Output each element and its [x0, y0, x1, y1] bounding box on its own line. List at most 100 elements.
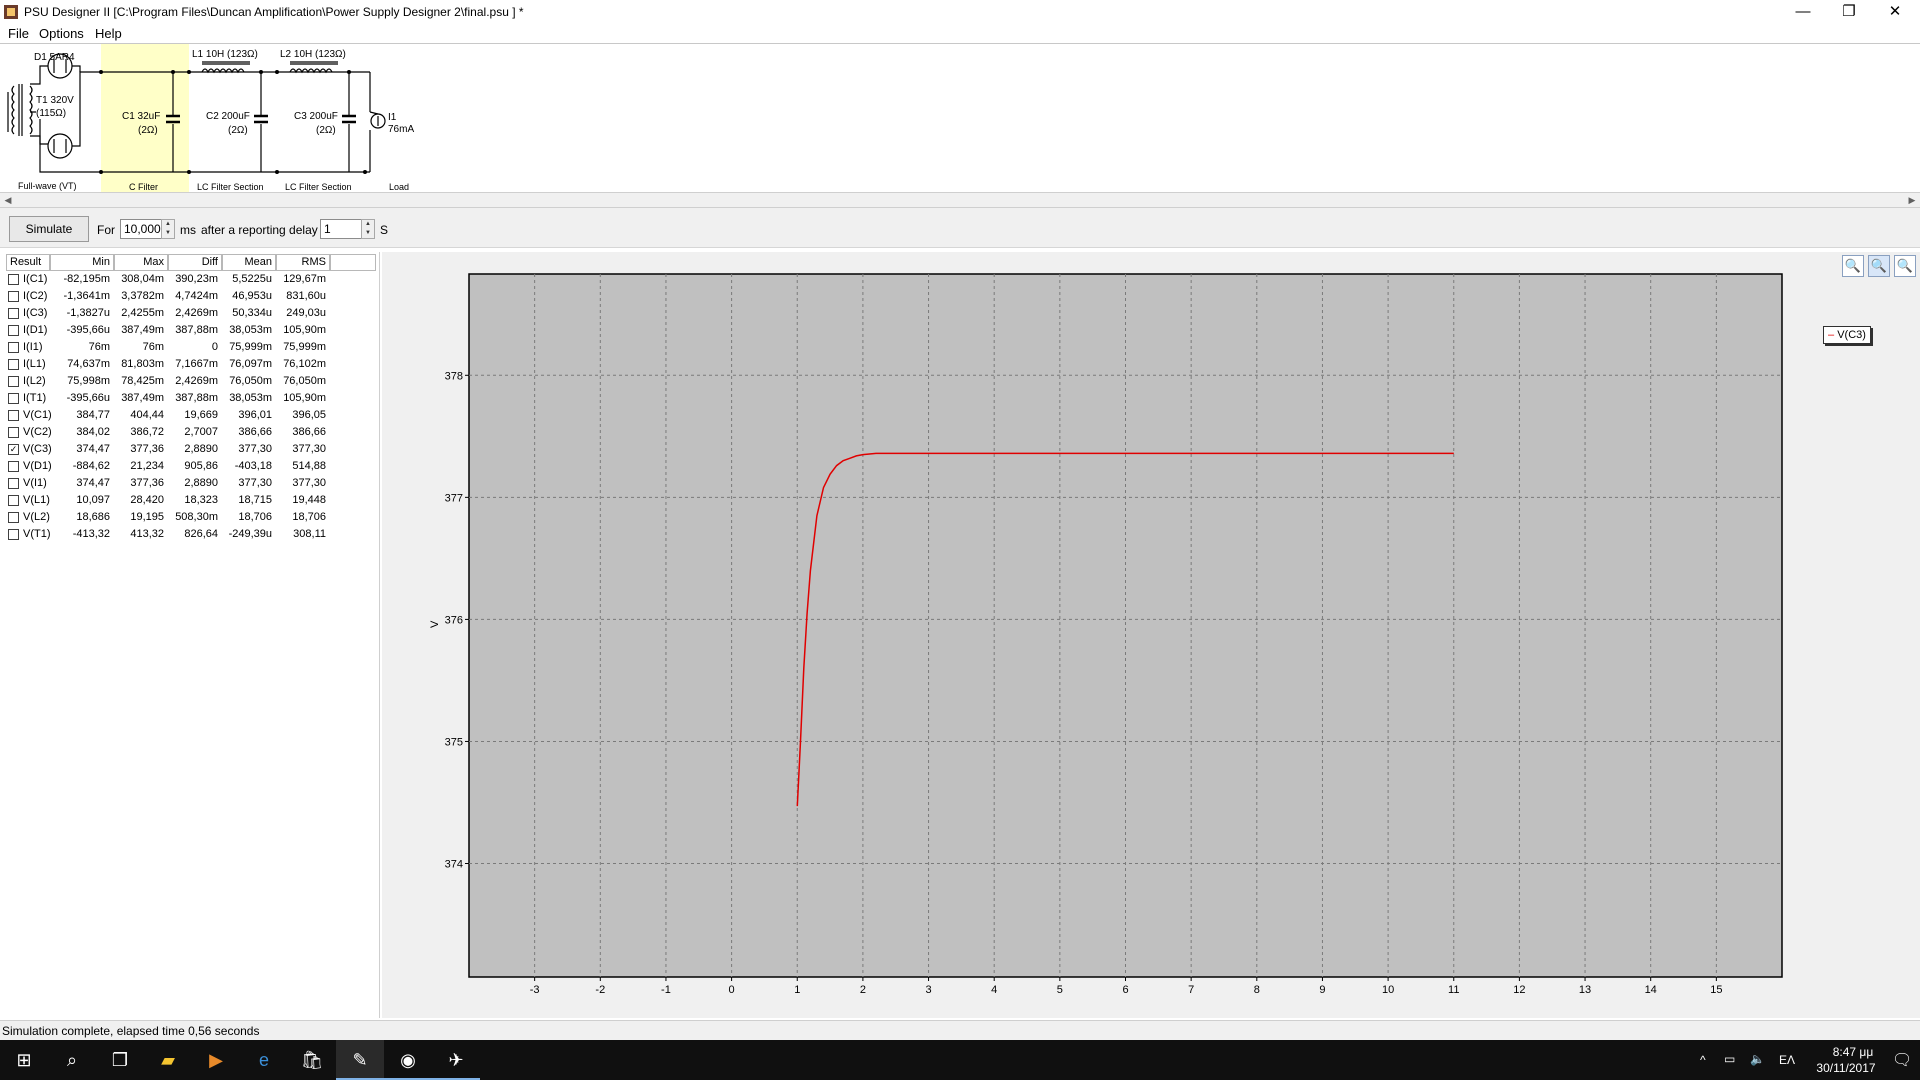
delay-stepper[interactable]: ▲ ▼ — [361, 219, 375, 239]
col-max[interactable]: Max — [114, 254, 168, 271]
menu-bar: File Options Help — [0, 24, 1920, 44]
result-name: V(T1) — [23, 528, 51, 540]
result-checkbox[interactable] — [8, 512, 19, 523]
volume-icon[interactable]: 🔈 — [1750, 1052, 1765, 1066]
zoom-out-icon[interactable]: 🔍 — [1894, 255, 1916, 277]
chrome-icon[interactable]: ◉ — [384, 1040, 432, 1080]
result-checkbox[interactable] — [8, 308, 19, 319]
scroll-right-icon[interactable]: ▶ — [1904, 193, 1920, 207]
result-checkbox[interactable] — [8, 291, 19, 302]
app-icon — [4, 5, 18, 19]
plot-area[interactable] — [468, 273, 1783, 978]
x-tick-label: 6 — [1122, 984, 1128, 996]
label-c2-resistance: (2Ω) — [228, 125, 248, 136]
table-row[interactable]: I(I1) 76m 76m 0 75,999m 75,999m — [6, 339, 376, 356]
table-row[interactable]: ✓ V(C3) 374,47 377,36 2,8890 377,30 377,30 — [6, 441, 376, 458]
table-row[interactable]: I(D1) -395,66u 387,49m 387,88m 38,053m 105,90… — [6, 322, 376, 339]
result-checkbox[interactable] — [8, 461, 19, 472]
duration-stepper[interactable]: ▲ ▼ — [161, 219, 175, 239]
col-rms[interactable]: RMS — [276, 254, 330, 271]
x-tick-label: 0 — [729, 984, 735, 996]
search-icon[interactable]: ⌕ — [48, 1040, 96, 1080]
col-result[interactable]: Result — [6, 254, 50, 271]
scroll-left-icon[interactable]: ◀ — [0, 193, 16, 207]
result-checkbox[interactable]: ✓ — [8, 444, 19, 455]
battery-icon[interactable]: ▭ — [1724, 1052, 1735, 1066]
result-rms: 386,66 — [292, 426, 326, 438]
windows-start-icon[interactable]: ⊞ — [0, 1040, 48, 1080]
maximize-button[interactable]: ❐ — [1826, 0, 1872, 26]
result-rms: 514,88 — [292, 460, 326, 472]
psu-designer-taskbar-icon[interactable]: ✎ — [336, 1040, 384, 1080]
result-min: -82,195m — [63, 273, 110, 285]
result-name: I(C3) — [23, 307, 48, 319]
clock-time[interactable]: 8:47 μμ — [1820, 1045, 1886, 1059]
chart-legend[interactable]: – V(C3) — [1823, 326, 1871, 344]
result-checkbox[interactable] — [8, 274, 19, 285]
file-explorer-icon[interactable]: ▰ — [144, 1040, 192, 1080]
result-mean: -249,39u — [228, 528, 272, 540]
table-row[interactable]: V(I1) 374,47 377,36 2,8890 377,30 377,30 — [6, 475, 376, 492]
result-checkbox[interactable] — [8, 359, 19, 370]
x-tick-label: 14 — [1645, 984, 1657, 996]
table-row[interactable]: V(L1) 10,097 28,420 18,323 18,715 19,448 — [6, 492, 376, 509]
delay-input[interactable]: 1 — [320, 219, 362, 239]
result-mean: 18,715 — [238, 494, 272, 506]
zoom-fit-icon[interactable]: 🔍 — [1868, 255, 1890, 277]
current-source-i1[interactable] — [369, 72, 386, 172]
result-checkbox[interactable] — [8, 410, 19, 421]
table-row[interactable]: I(T1) -395,66u 387,49m 387,88m 38,053m 105,90… — [6, 390, 376, 407]
notifications-icon[interactable]: 🗨 — [1892, 1050, 1912, 1070]
schematic-scrollbar[interactable]: ◀ ▶ — [0, 192, 1920, 208]
tray-chevron-icon[interactable]: ^ — [1700, 1053, 1706, 1067]
table-row[interactable]: V(C2) 384,02 386,72 2,7007 386,66 386,66 — [6, 424, 376, 441]
table-row[interactable]: I(L2) 75,998m 78,425m 2,4269m 76,050m 76,050m — [6, 373, 376, 390]
result-mean: 75,999m — [229, 341, 272, 353]
result-checkbox[interactable] — [8, 478, 19, 489]
result-checkbox[interactable] — [8, 342, 19, 353]
table-row[interactable]: I(C3) -1,3827u 2,4255m 2,4269m 50,334u 249,03… — [6, 305, 376, 322]
close-button[interactable]: ✕ — [1872, 0, 1918, 26]
x-tick-label: 13 — [1579, 984, 1591, 996]
app-taskbar-icon[interactable]: ✈ — [432, 1040, 480, 1080]
result-checkbox[interactable] — [8, 427, 19, 438]
col-mean[interactable]: Mean — [222, 254, 276, 271]
menu-file[interactable]: File — [8, 26, 29, 41]
result-checkbox[interactable] — [8, 495, 19, 506]
language-indicator[interactable]: ΕΛ — [1779, 1053, 1795, 1067]
schematic-panel: D1 5AR4 T1 320V (115Ω) C1 32uF (2Ω) L1 1… — [0, 43, 1920, 194]
clock-date[interactable]: 30/11/2017 — [1806, 1061, 1886, 1075]
media-player-icon[interactable]: ▶ — [192, 1040, 240, 1080]
menu-help[interactable]: Help — [95, 26, 122, 41]
task-view-icon[interactable]: ❐ — [96, 1040, 144, 1080]
capacitor-c3[interactable] — [342, 72, 356, 172]
inductor-l1[interactable] — [201, 61, 250, 74]
table-row[interactable]: V(L2) 18,686 19,195 508,30m 18,706 18,706 — [6, 509, 376, 526]
table-row[interactable]: I(C2) -1,3641m 3,3782m 4,7424m 46,953u 831,60… — [6, 288, 376, 305]
col-min[interactable]: Min — [50, 254, 114, 271]
table-row[interactable]: V(C1) 384,77 404,44 19,669 396,01 396,05 — [6, 407, 376, 424]
capacitor-c2[interactable] — [254, 72, 268, 172]
result-name: I(C1) — [23, 273, 48, 285]
chart-panel: -3 -2 -1 0 1 2 3 4 5 6 7 8 9 10 11 12 13 14 15 374 375 376 37… — [382, 252, 1920, 1018]
table-row[interactable]: V(D1) -884,62 21,234 905,86 -403,18 514,88 — [6, 458, 376, 475]
table-row[interactable]: I(L1) 74,637m 81,803m 7,1667m 76,097m 76,102m — [6, 356, 376, 373]
voltage-chart[interactable]: -3 -2 -1 0 1 2 3 4 5 6 7 8 9 10 11 12 13 14 15 37437537637… — [382, 252, 1920, 1018]
result-checkbox[interactable] — [8, 376, 19, 387]
result-max: 387,49m — [121, 324, 164, 336]
result-checkbox[interactable] — [8, 393, 19, 404]
col-diff[interactable]: Diff — [168, 254, 222, 271]
table-row[interactable]: V(T1) -413,32 413,32 826,64 -249,39u 308,11 — [6, 526, 376, 543]
edge-browser-icon[interactable]: e — [240, 1040, 288, 1080]
result-checkbox[interactable] — [8, 325, 19, 336]
minimize-button[interactable]: — — [1780, 0, 1826, 26]
result-checkbox[interactable] — [8, 529, 19, 540]
store-icon[interactable]: 🛍 — [288, 1040, 336, 1080]
inductor-l2[interactable] — [289, 61, 338, 74]
table-row[interactable]: I(C1) -82,195m 308,04m 390,23m 5,5225u 129,67… — [6, 271, 376, 288]
duration-input[interactable]: 10,000 — [120, 219, 162, 239]
result-rms: 105,90m — [283, 392, 326, 404]
zoom-in-icon[interactable]: 🔍 — [1842, 255, 1864, 277]
menu-options[interactable]: Options — [39, 26, 84, 41]
simulate-button[interactable]: Simulate — [9, 216, 89, 242]
